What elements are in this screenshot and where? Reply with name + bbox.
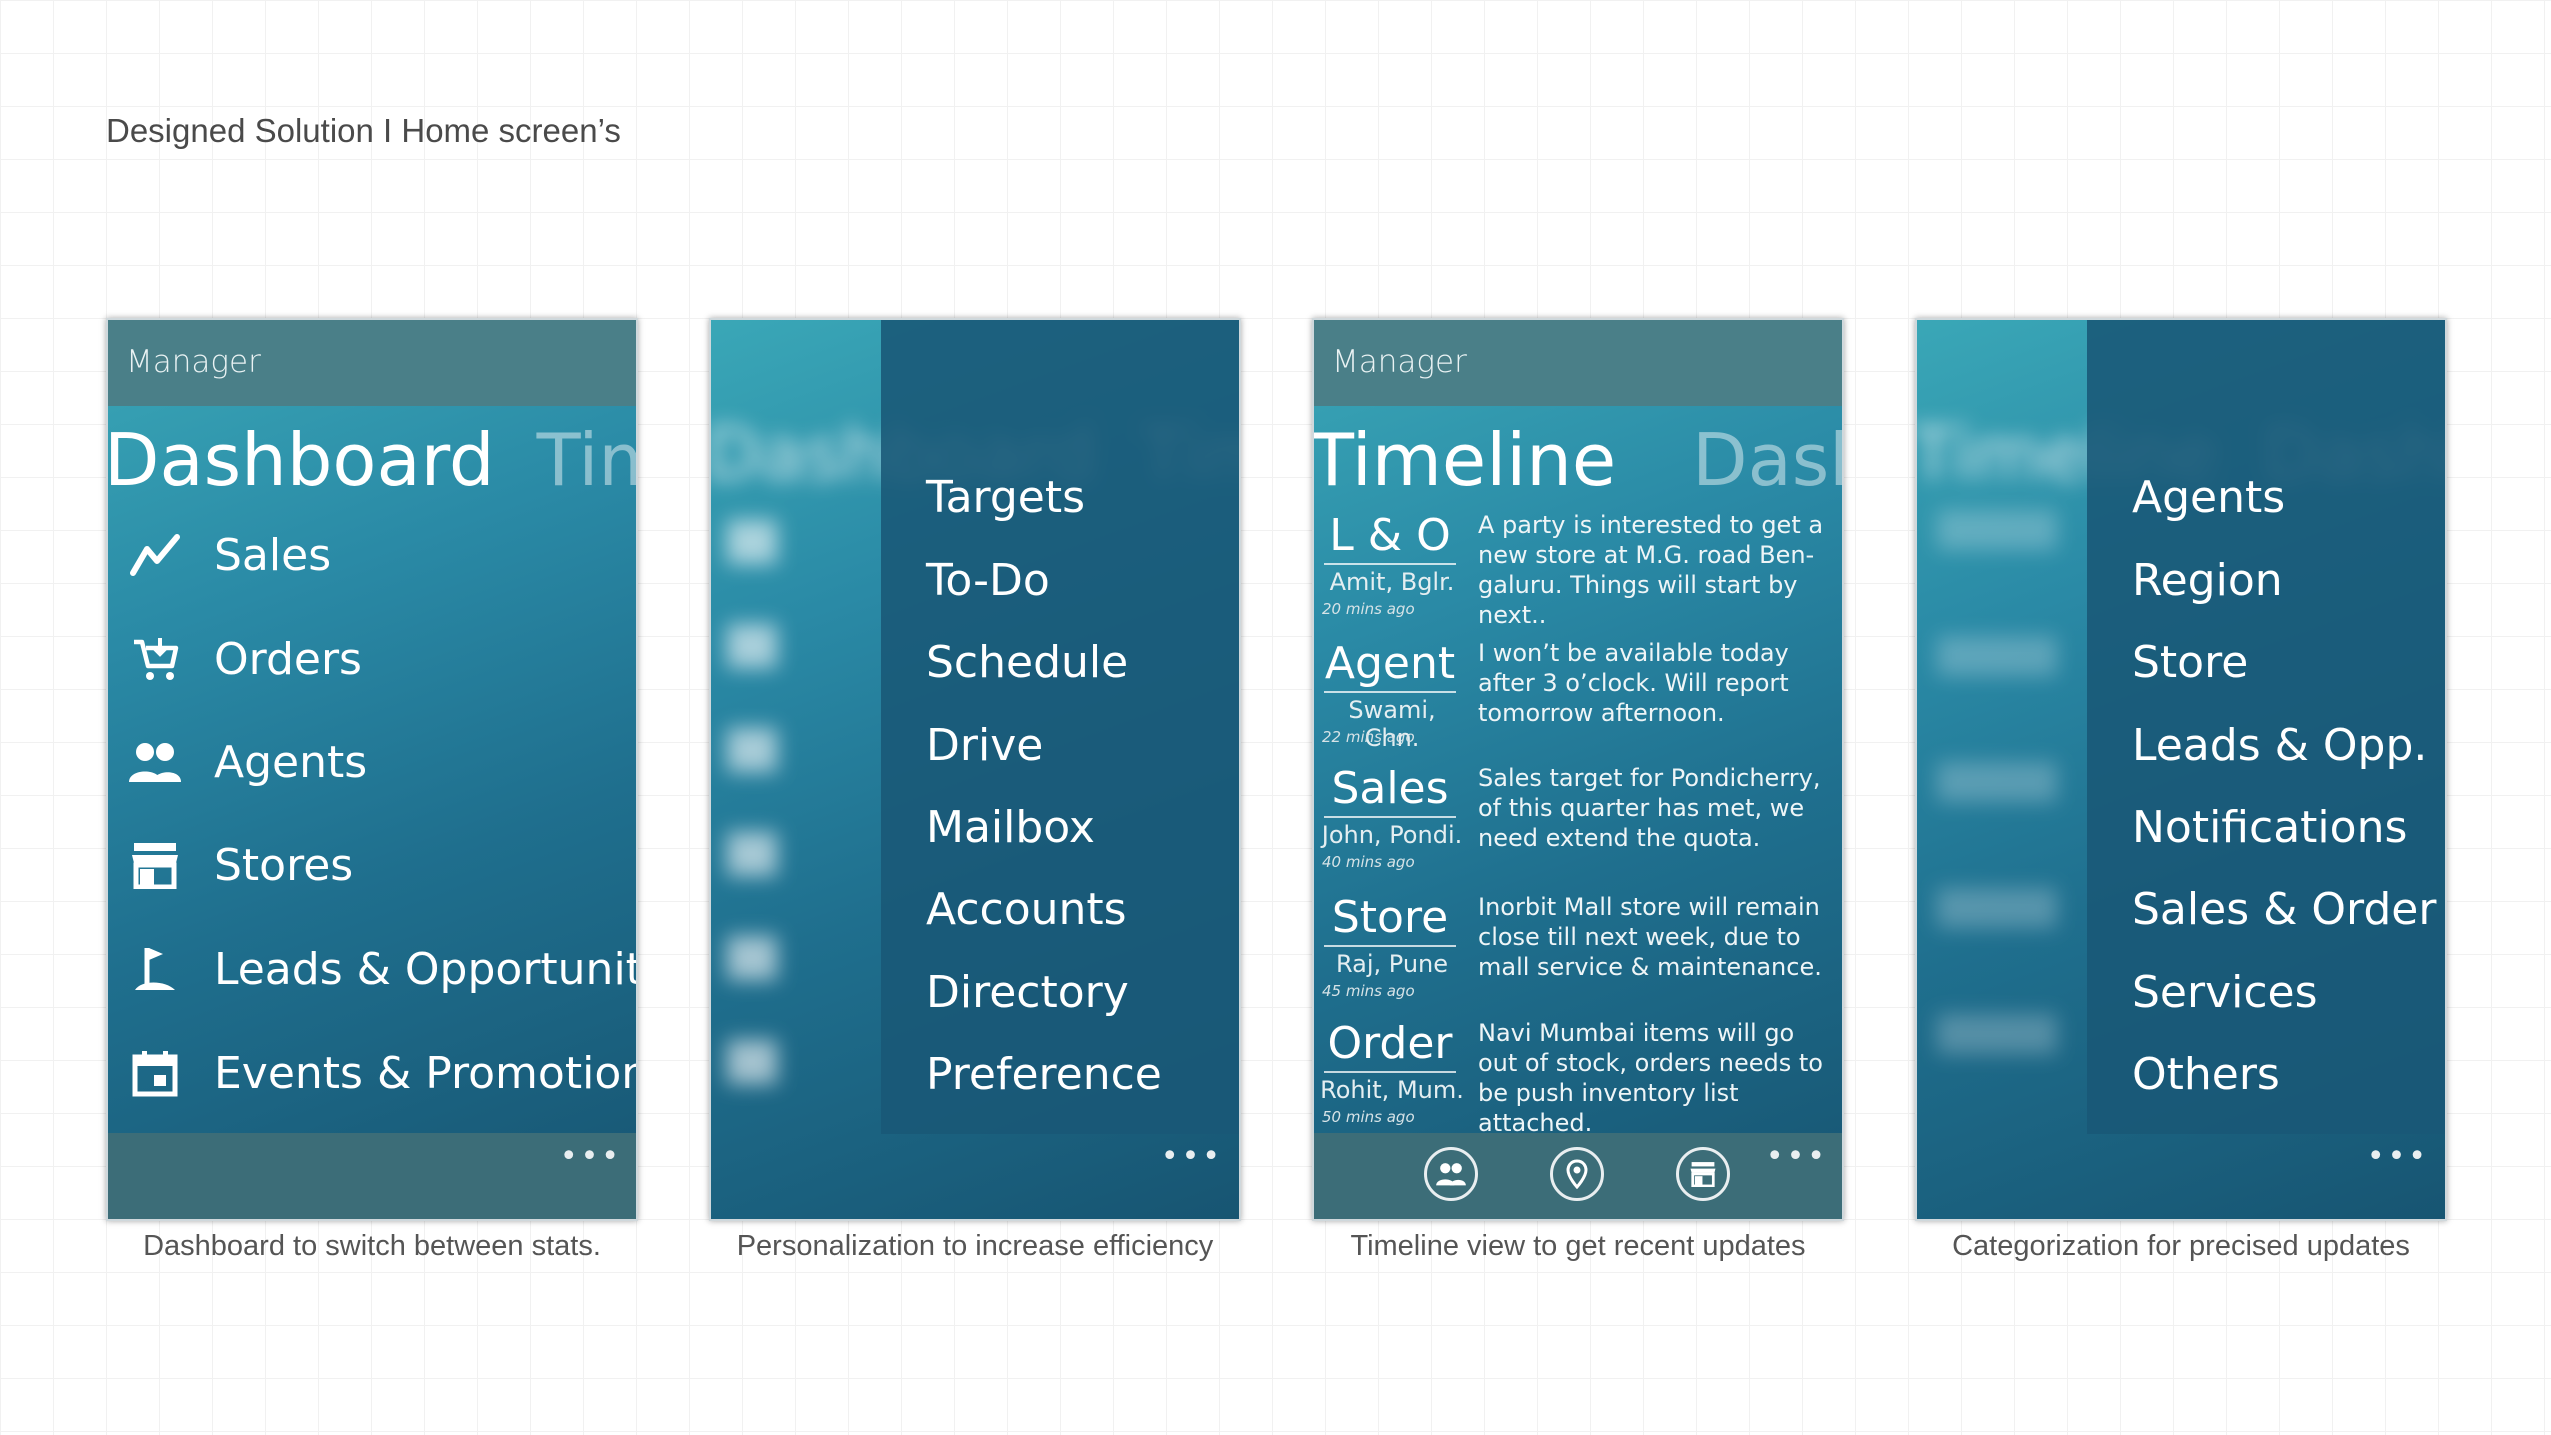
store-icon xyxy=(126,836,184,894)
menu-item-agents[interactable]: Agents xyxy=(126,727,367,797)
panel-item-region[interactable]: Region xyxy=(2132,555,2283,606)
entry-message: Sales target for Pondicherry, of this qu… xyxy=(1478,764,1821,852)
panel-item-services[interactable]: Services xyxy=(2132,967,2318,1018)
flag-icon xyxy=(126,940,184,998)
timeline-entry[interactable]: Store Raj, Pune 45 mins ago Inorbit Mall… xyxy=(1314,892,1842,1018)
caption-timeline: Timeline view to get recent updates xyxy=(1350,1230,1806,1262)
entry-category: Sales xyxy=(1324,763,1456,818)
more-options-button[interactable]: ••• xyxy=(1161,1142,1223,1172)
store-icon[interactable] xyxy=(1676,1147,1730,1201)
menu-item-orders[interactable]: Orders xyxy=(126,624,362,694)
trend-line-icon xyxy=(126,526,184,584)
app-bar-title: Manager xyxy=(1332,344,1467,380)
pivot-header: Dashboard Time xyxy=(108,418,636,502)
pivot-timeline[interactable]: Timeline xyxy=(1314,418,1616,502)
app-bar: Manager xyxy=(108,320,636,406)
app-bottom-bar: ••• xyxy=(1314,1133,1842,1219)
location-pin-icon[interactable] xyxy=(1550,1147,1604,1201)
panel-item-agents[interactable]: Agents xyxy=(2132,472,2285,523)
menu-label: Agents xyxy=(214,736,368,788)
entry-author: John, Pondi. xyxy=(1321,821,1463,849)
pivot-timeline[interactable]: Time xyxy=(537,418,636,502)
entry-time: 45 mins ago xyxy=(1322,982,1415,1000)
menu-label: Stores xyxy=(214,839,354,891)
menu-label: Sales xyxy=(214,529,332,581)
entry-message: I won’t be available today after 3 o’clo… xyxy=(1478,639,1789,727)
panel-item-drive[interactable]: Drive xyxy=(926,720,1043,771)
panel-item-leads[interactable]: Leads & Opp. xyxy=(2132,720,2427,771)
timeline-entry[interactable]: Sales John, Pondi. 40 mins ago Sales tar… xyxy=(1314,763,1842,889)
panel-item-sales-order[interactable]: Sales & Order xyxy=(2132,884,2436,935)
menu-label: Events & Promotions xyxy=(214,1047,638,1099)
people-icon xyxy=(126,733,184,791)
caption-personalization: Personalization to increase efficiency xyxy=(736,1230,1214,1262)
entry-time: 40 mins ago xyxy=(1322,853,1415,871)
entry-time: 20 mins ago xyxy=(1322,600,1415,618)
menu-label: Leads & Opportunities xyxy=(214,943,636,995)
entry-message: Navi Mumbai items will go out of stock, … xyxy=(1478,1019,1823,1137)
dashboard-screen: Manager Dashboard Time Sales Orders Agent… xyxy=(106,318,638,1221)
panel-item-notifications[interactable]: Notifications xyxy=(2132,802,2407,853)
entry-time: 22 mins ago xyxy=(1322,728,1415,746)
timeline-entry[interactable]: L & O Amit, Bglr. 20 mins ago A party is… xyxy=(1314,510,1842,636)
app-bottom-bar: ••• xyxy=(108,1133,636,1219)
entry-category: Agent xyxy=(1324,638,1456,693)
timeline-entry[interactable]: Agent Swami, Chn. 22 mins ago I won’t be… xyxy=(1314,638,1842,764)
entry-author: Rohit, Mum. xyxy=(1320,1076,1464,1104)
app-bar: Manager xyxy=(1314,320,1842,406)
panel-item-store[interactable]: Store xyxy=(2132,637,2248,688)
page-title: Designed Solution I Home screen’s xyxy=(106,112,621,149)
panel-item-mailbox[interactable]: Mailbox xyxy=(926,802,1095,853)
entry-category: Order xyxy=(1324,1018,1456,1073)
menu-label: Orders xyxy=(214,633,362,685)
panel-item-schedule[interactable]: Schedule xyxy=(926,637,1128,688)
calendar-icon xyxy=(126,1044,184,1102)
panel-item-targets[interactable]: Targets xyxy=(926,472,1085,523)
caption-dashboard: Dashboard to switch between stats. xyxy=(143,1230,601,1262)
menu-item-leads[interactable]: Leads & Opportunities xyxy=(126,934,636,1004)
menu-item-sales[interactable]: Sales xyxy=(126,520,331,590)
panel-item-preference[interactable]: Preference xyxy=(926,1049,1162,1100)
timeline-entry[interactable]: Order Rohit, Mum. 50 mins ago Navi Mumba… xyxy=(1314,1018,1842,1144)
pivot-header: Timeline Dashb xyxy=(1314,418,1842,502)
panel-item-others[interactable]: Others xyxy=(2132,1049,2280,1100)
categorization-screen: Timeline Dashb Agents Region Store Leads… xyxy=(1915,318,2447,1221)
entry-time: 50 mins ago xyxy=(1322,1108,1415,1126)
caption-categorization: Categorization for precised updates xyxy=(1952,1230,2410,1262)
entry-message: Inorbit Mall store will remain close til… xyxy=(1478,893,1822,981)
app-bar-title: Manager xyxy=(126,344,261,380)
more-options-button[interactable]: ••• xyxy=(2367,1142,2429,1172)
entry-category: L & O xyxy=(1324,510,1456,565)
pivot-dashboard[interactable]: Dashb xyxy=(1692,418,1842,502)
entry-message: A party is interested to get a new store… xyxy=(1478,511,1824,629)
more-options-button[interactable]: ••• xyxy=(1766,1142,1828,1172)
menu-item-stores[interactable]: Stores xyxy=(126,830,353,900)
entry-category: Store xyxy=(1324,892,1456,947)
personalization-screen: Dashboard Time Targets To-Do Schedule Dr… xyxy=(709,318,1241,1221)
menu-item-events[interactable]: Events & Promotions xyxy=(126,1038,638,1108)
panel-item-directory[interactable]: Directory xyxy=(926,967,1129,1018)
panel-item-todo[interactable]: To-Do xyxy=(926,555,1050,606)
more-options-button[interactable]: ••• xyxy=(560,1142,622,1172)
timeline-screen: Manager Timeline Dashb L & O Amit, Bglr. … xyxy=(1312,318,1844,1221)
entry-author: Raj, Pune xyxy=(1335,950,1449,978)
panel-item-accounts[interactable]: Accounts xyxy=(926,884,1127,935)
people-icon[interactable] xyxy=(1424,1147,1478,1201)
cart-icon xyxy=(126,630,184,688)
pivot-dashboard[interactable]: Dashboard xyxy=(108,418,495,502)
entry-author: Amit, Bglr. xyxy=(1329,568,1455,596)
